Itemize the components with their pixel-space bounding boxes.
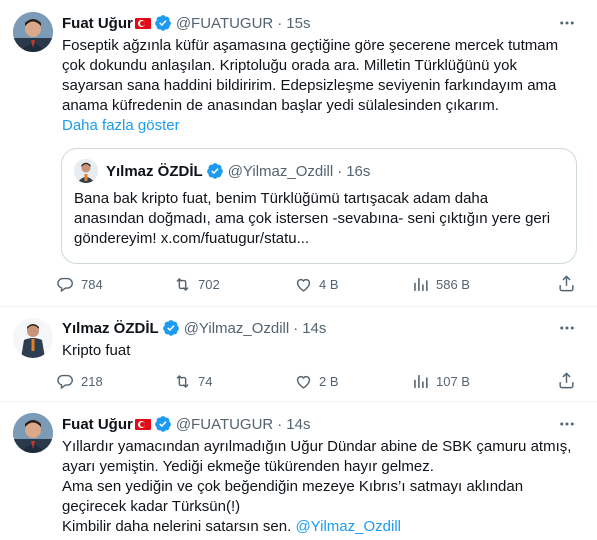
tweet-text-line: Ama sen yediğin ve çok beğendiğin mezeye… <box>62 478 524 495</box>
tweet-header: Fuat Uğur @FUATUGUR · 15s <box>62 13 310 33</box>
more-horizontal-icon[interactable] <box>557 13 577 33</box>
avatar-yilmaz-ozdil[interactable] <box>13 318 53 358</box>
author-name[interactable]: Yılmaz ÖZDİL <box>62 320 159 337</box>
reply-icon <box>57 277 73 292</box>
separator-dot: · <box>293 319 299 337</box>
quoted-author-handle[interactable]: @Yilmaz_Ozdill <box>228 163 334 180</box>
views-button[interactable]: 586 B <box>411 275 470 294</box>
tweet-text-line: sayarsan sana haddini bildiririm. Edepsi… <box>62 77 557 94</box>
separator-dot: · <box>277 415 283 433</box>
author-name[interactable]: Fuat Uğur <box>62 416 133 433</box>
tweet-text-line: Kimbilir daha nelerini satarsın sen. @Yi… <box>62 517 577 537</box>
repost-icon <box>176 374 189 388</box>
turkey-flag-icon <box>134 17 151 29</box>
repost-button[interactable]: 702 <box>173 275 220 294</box>
show-more-link[interactable]: Daha fazla göster <box>62 116 577 136</box>
turkey-flag-icon <box>134 418 151 430</box>
repost-count: 74 <box>198 373 213 389</box>
quoted-tweet-text: Bana bak kripto fuat, benim Türklüğümü t… <box>74 189 564 249</box>
author-handle[interactable]: @FUATUGUR <box>176 416 273 433</box>
tweet-actions: 784 702 4 B 586 B <box>56 274 576 294</box>
tweet-actions: 218 74 2 B 107 B <box>56 371 576 391</box>
avatar-yilmaz-ozdil-small <box>74 159 98 183</box>
avatar-fuat-ugur[interactable] <box>13 12 53 52</box>
quoted-tweet-time[interactable]: 16s <box>346 163 370 180</box>
reply-icon <box>57 374 73 389</box>
tweet-text-line: ayarı yemiştin. Yediği ekmeğe tükürenden… <box>62 458 434 475</box>
verified-badge-icon <box>162 320 179 336</box>
tweet-text-line: Foseptik ağzınla küfür aşamasına geçtiği… <box>62 37 559 54</box>
tweet-text-line: çok dokundu anlaşılan. Kriptoluğu orada … <box>62 57 517 74</box>
verified-badge-icon <box>154 15 171 31</box>
like-count: 4 B <box>319 276 339 292</box>
share-icon <box>559 372 574 389</box>
tweet-time[interactable]: 15s <box>286 15 310 32</box>
like-button[interactable]: 2 B <box>294 372 339 391</box>
views-chart-icon <box>414 374 428 388</box>
author-handle[interactable]: @Yilmaz_Ozdill <box>184 320 290 337</box>
tweet-3[interactable]: Fuat Uğur @FUATUGUR · 14s Yıllardır yama… <box>0 402 597 540</box>
like-count: 2 B <box>319 373 339 389</box>
mention-link[interactable]: @Yilmaz_Ozdill <box>295 518 401 535</box>
tweet-text-line: anama küfredenin de anasından başlar yed… <box>62 97 499 114</box>
share-button[interactable] <box>557 371 576 395</box>
tweet-header: Fuat Uğur @FUATUGUR · 14s <box>62 414 310 434</box>
like-button[interactable]: 4 B <box>294 275 339 294</box>
like-heart-icon <box>296 375 311 389</box>
author-handle[interactable]: @FUATUGUR <box>176 15 273 32</box>
tweet-text: Kripto fuat <box>62 341 577 361</box>
tweet-2[interactable]: Yılmaz ÖZDİL @Yilmaz_Ozdill · 14s Kripto… <box>0 307 597 400</box>
tweet-text-segment: Kimbilir daha nelerini satarsın sen. <box>62 518 296 535</box>
tweet-text: Foseptik ağzınla küfür aşamasına geçtiği… <box>62 36 577 136</box>
tweet-text-line: Kripto fuat <box>62 342 131 359</box>
separator-dot: · <box>277 14 283 32</box>
reply-button[interactable]: 218 <box>56 372 103 391</box>
tweet-text: Yıllardır yamacından ayrılmadığın Uğur D… <box>62 437 577 537</box>
views-button[interactable]: 107 B <box>411 372 470 391</box>
tweet-text-line: Yıllardır yamacından ayrılmadığın Uğur D… <box>62 438 572 455</box>
more-horizontal-icon[interactable] <box>557 414 577 434</box>
author-name[interactable]: Fuat Uğur <box>62 15 133 32</box>
tweet-1[interactable]: Fuat Uğur @FUATUGUR · 15s Foseptik ağzın… <box>0 0 597 306</box>
share-icon <box>559 275 574 292</box>
views-chart-icon <box>414 277 428 291</box>
quoted-author-name[interactable]: Yılmaz ÖZDİL <box>106 163 203 180</box>
views-count: 586 B <box>436 276 470 292</box>
separator-dot: · <box>337 162 343 180</box>
quoted-text-line: anasından doğmadı, ama çok istersen -sev… <box>74 210 551 227</box>
quoted-text-line: göndereyim! x.com/fuatugur/statu... <box>74 230 310 247</box>
share-button[interactable] <box>557 274 576 298</box>
tweet-time[interactable]: 14s <box>286 416 310 433</box>
tweet-header: Yılmaz ÖZDİL @Yilmaz_Ozdill · 14s <box>62 318 326 338</box>
tweet-text-line: geçirecek kadar Türksün(!) <box>62 498 241 515</box>
quoted-tweet-header: Yılmaz ÖZDİL @Yilmaz_Ozdill · 16s <box>74 159 370 183</box>
verified-badge-icon <box>206 163 223 179</box>
repost-count: 702 <box>198 276 220 292</box>
quoted-tweet[interactable]: Yılmaz ÖZDİL @Yilmaz_Ozdill · 16s Bana b… <box>61 148 577 264</box>
reply-button[interactable]: 784 <box>56 275 103 294</box>
repost-button[interactable]: 74 <box>173 372 212 391</box>
repost-icon <box>176 277 189 291</box>
verified-badge-icon <box>154 416 171 432</box>
reply-count: 784 <box>81 276 103 292</box>
views-count: 107 B <box>436 373 470 389</box>
reply-count: 218 <box>81 373 103 389</box>
like-heart-icon <box>296 278 311 292</box>
quoted-text-line: Bana bak kripto fuat, benim Türklüğümü t… <box>74 190 489 207</box>
tweet-time[interactable]: 14s <box>302 320 326 337</box>
more-horizontal-icon[interactable] <box>557 318 577 338</box>
avatar-fuat-ugur[interactable] <box>13 413 53 453</box>
